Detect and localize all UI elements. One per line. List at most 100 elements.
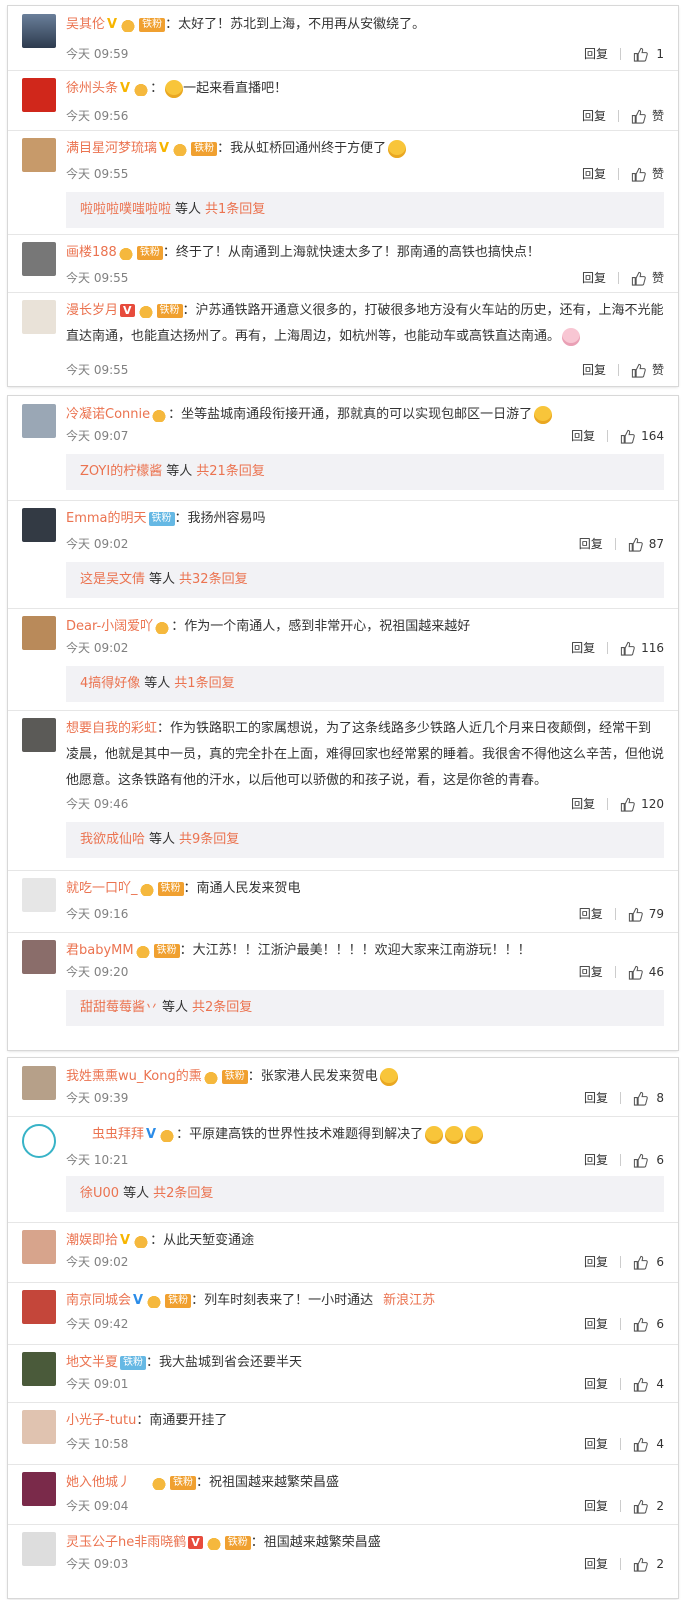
like-count[interactable]: 2 (654, 1554, 664, 1574)
thumbs-up-icon[interactable] (633, 1377, 648, 1392)
username-link[interactable]: 她入他城丿 (66, 1475, 131, 1490)
sub-reply-summary[interactable]: 徐U00 等人 共2条回复 (66, 1176, 664, 1212)
like-count[interactable]: 1 (654, 44, 664, 64)
like-count[interactable]: 赞 (652, 268, 664, 288)
reply-button[interactable]: 回复 (571, 426, 595, 446)
sub-reply-summary[interactable]: ZOYI的柠檬酱 等人 共21条回复 (66, 454, 664, 490)
username-link[interactable]: 冷凝诺Connie (66, 407, 150, 422)
reply-button[interactable]: 回复 (584, 1314, 608, 1334)
sub-reply-summary[interactable]: 这是吴文倩 等人 共32条回复 (66, 562, 664, 598)
username-link[interactable]: 就吃一口吖_ (66, 881, 138, 896)
username-link[interactable]: 灵玉公子he非雨晓鹤 (66, 1535, 186, 1550)
thumbs-up-icon[interactable] (633, 1317, 648, 1332)
reply-button[interactable]: 回复 (579, 962, 603, 982)
like-count[interactable]: 6 (654, 1150, 664, 1170)
avatar[interactable] (22, 242, 56, 276)
username-link[interactable]: 潮娱即拾 (66, 1233, 118, 1248)
like-count[interactable]: 赞 (652, 164, 664, 184)
thumbs-up-icon[interactable] (620, 797, 635, 812)
sub-reply-user[interactable]: 这是吴文倩 (80, 572, 145, 587)
thumbs-up-icon[interactable] (631, 167, 646, 182)
username-link[interactable]: 地文半夏 (66, 1355, 118, 1370)
sub-reply-count-link[interactable]: 共21条回复 (196, 464, 265, 479)
like-count[interactable]: 8 (654, 1088, 664, 1108)
username-link[interactable]: 画楼188 (66, 245, 117, 260)
sub-reply-user[interactable]: 我欲成仙哈 (80, 832, 145, 847)
avatar[interactable] (22, 1124, 56, 1158)
thumbs-up-icon[interactable] (628, 537, 643, 552)
username-link[interactable]: 吴其伦 (66, 17, 105, 32)
reply-button[interactable]: 回复 (579, 534, 603, 554)
thumbs-up-icon[interactable] (633, 1499, 648, 1514)
avatar[interactable] (22, 78, 56, 112)
thumbs-up-icon[interactable] (633, 1557, 648, 1572)
thumbs-up-icon[interactable] (631, 109, 646, 124)
username-link[interactable]: 南京同城会 (66, 1293, 131, 1308)
avatar[interactable] (22, 1066, 56, 1100)
link-source[interactable]: 新浪江苏 (383, 1293, 435, 1308)
thumbs-up-icon[interactable] (633, 47, 648, 62)
like-count[interactable]: 120 (641, 794, 664, 814)
sub-reply-summary[interactable]: 我欲成仙哈 等人 共9条回复 (66, 822, 664, 858)
like-count[interactable]: 87 (649, 534, 664, 554)
reply-button[interactable]: 回复 (584, 1150, 608, 1170)
avatar[interactable] (22, 878, 56, 912)
sub-reply-count-link[interactable]: 共32条回复 (179, 572, 248, 587)
thumbs-up-icon[interactable] (620, 429, 635, 444)
like-count[interactable]: 6 (654, 1252, 664, 1272)
reply-button[interactable]: 回复 (582, 106, 606, 126)
thumbs-up-icon[interactable] (633, 1437, 648, 1452)
reply-button[interactable]: 回复 (579, 904, 603, 924)
avatar[interactable] (22, 1532, 56, 1566)
sub-reply-user[interactable]: 甜甜莓莓酱丷 (80, 1000, 158, 1015)
like-count[interactable]: 6 (654, 1314, 664, 1334)
like-count[interactable]: 4 (654, 1434, 664, 1454)
sub-reply-user[interactable]: ZOYI的柠檬酱 (80, 464, 162, 479)
like-count[interactable]: 46 (649, 962, 664, 982)
sub-reply-user[interactable]: 啦啦啦噗嗤啦啦 (80, 202, 171, 217)
avatar[interactable] (22, 1230, 56, 1264)
avatar[interactable] (22, 1352, 56, 1386)
username-link[interactable]: Emma的明天 (66, 511, 147, 526)
avatar[interactable] (22, 404, 56, 438)
username-link[interactable]: Dear-小阔爱吖 (66, 619, 153, 634)
like-count[interactable]: 2 (654, 1496, 664, 1516)
sub-reply-summary[interactable]: 啦啦啦噗嗤啦啦 等人 共1条回复 (66, 192, 664, 228)
thumbs-up-icon[interactable] (631, 271, 646, 286)
reply-button[interactable]: 回复 (584, 1374, 608, 1394)
sub-reply-count-link[interactable]: 共2条回复 (153, 1186, 213, 1201)
sub-reply-count-link[interactable]: 共1条回复 (205, 202, 265, 217)
thumbs-up-icon[interactable] (633, 1091, 648, 1106)
thumbs-up-icon[interactable] (628, 907, 643, 922)
username-link[interactable]: 漫长岁月 (66, 303, 118, 318)
sub-reply-count-link[interactable]: 共2条回复 (192, 1000, 252, 1015)
username-link[interactable]: 徐州头条 (66, 81, 118, 96)
reply-button[interactable]: 回复 (584, 44, 608, 64)
sub-reply-count-link[interactable]: 共9条回复 (179, 832, 239, 847)
avatar[interactable] (22, 508, 56, 542)
avatar[interactable] (22, 138, 56, 172)
reply-button[interactable]: 回复 (584, 1496, 608, 1516)
reply-button[interactable]: 回复 (571, 794, 595, 814)
reply-button[interactable]: 回复 (582, 268, 606, 288)
avatar[interactable] (22, 1410, 56, 1444)
reply-button[interactable]: 回复 (584, 1554, 608, 1574)
thumbs-up-icon[interactable] (633, 1153, 648, 1168)
username-link[interactable]: 想要自我的彩虹 (66, 721, 157, 736)
username-link[interactable]: 君babyMM (66, 943, 134, 958)
username-link[interactable]: 我姓熏熏wu_Kong的熏 (66, 1069, 202, 1084)
avatar[interactable] (22, 718, 56, 752)
sub-reply-summary[interactable]: 甜甜莓莓酱丷 等人 共2条回复 (66, 990, 664, 1026)
avatar[interactable] (22, 940, 56, 974)
avatar[interactable] (22, 616, 56, 650)
thumbs-up-icon[interactable] (620, 641, 635, 656)
thumbs-up-icon[interactable] (628, 965, 643, 980)
username-link[interactable]: 满目星河梦琉璃 (66, 141, 157, 156)
avatar[interactable] (22, 14, 56, 48)
username-link[interactable]: 虫虫拜拜 (92, 1127, 144, 1142)
username-link[interactable]: 小光子-tutu (66, 1413, 136, 1428)
reply-button[interactable]: 回复 (582, 164, 606, 184)
like-count[interactable]: 164 (641, 426, 664, 446)
reply-button[interactable]: 回复 (584, 1434, 608, 1454)
thumbs-up-icon[interactable] (633, 1255, 648, 1270)
